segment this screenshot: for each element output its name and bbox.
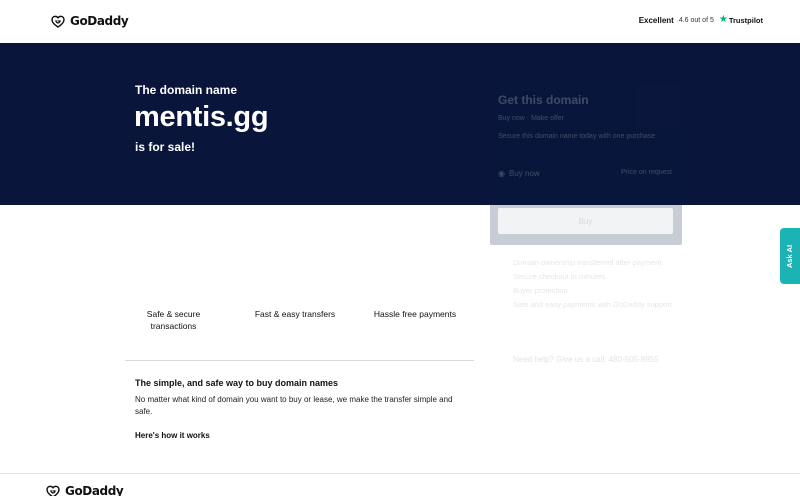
footer-divider (0, 473, 800, 474)
ask-ai-label: Ask AI (785, 244, 795, 268)
for-sale-text: is for sale! (135, 140, 196, 154)
godaddy-logo-icon (51, 15, 65, 28)
trustpilot-star-icon: ★ (718, 14, 728, 25)
logo-text: GoDaddy (70, 14, 129, 28)
godaddy-logo-icon (46, 485, 60, 496)
card-info-line: Domain ownership transferred after payme… (513, 258, 662, 267)
benefit-transfers: Fast & easy transfers (250, 308, 340, 320)
hero-kicker: The domain name (135, 83, 238, 97)
radio-icon: ◉ (498, 169, 505, 178)
info-body: No matter what kind of domain you want t… (135, 395, 453, 416)
info-title: The simple, and safe way to buy domain n… (135, 378, 339, 388)
footer-godaddy-logo[interactable]: GoDaddy (45, 483, 124, 496)
price-text: Price on request (621, 169, 672, 176)
option-label: Buy now (508, 169, 540, 178)
top-header: GoDaddy Excellent 4.6 out of 5 ★ Trustpi… (0, 0, 800, 43)
benefit-secure: Safe & secure transactions (136, 308, 211, 332)
buy-now-option[interactable]: ◉ Buy now (498, 169, 540, 178)
benefit-line: Fast & easy transfers (254, 309, 336, 319)
card-subtitle[interactable]: Buy now · Make offer (498, 115, 564, 122)
section-divider (125, 360, 474, 361)
benefit-line: Safe & secure (146, 309, 201, 319)
benefit-payments: Hassle free payments (370, 308, 460, 320)
buy-button[interactable]: Buy (498, 208, 673, 234)
card-info-line: Secure checkout in minutes (513, 272, 606, 281)
trustpilot-brand: ★ Trustpilot (719, 15, 763, 25)
help-phone-text[interactable]: Need help? Give us a call: 480-505-8855 (513, 355, 658, 364)
trustpilot-text: Trustpilot (728, 15, 763, 25)
card-info-line: Buyer protection (513, 286, 568, 295)
how-it-works-heading: Here's how it works (135, 431, 210, 440)
benefit-line: Hassle free payments (373, 309, 457, 319)
card-description: Secure this domain name today with one p… (498, 133, 656, 140)
rating-score: 4.6 out of 5 (678, 16, 714, 24)
trustpilot-rating[interactable]: Excellent 4.6 out of 5 ★ Trustpilot (639, 15, 763, 25)
benefit-line: transactions (150, 321, 197, 331)
footer-logo-text: GoDaddy (65, 484, 124, 496)
card-title: Get this domain (498, 93, 589, 107)
ask-ai-button[interactable]: Ask AI (780, 228, 800, 284)
godaddy-logo[interactable]: GoDaddy (50, 13, 129, 29)
rating-label: Excellent (638, 15, 674, 25)
domain-name: mentis.gg (134, 101, 269, 133)
card-info-line: Safe and easy payments with GoDaddy supp… (513, 300, 672, 309)
